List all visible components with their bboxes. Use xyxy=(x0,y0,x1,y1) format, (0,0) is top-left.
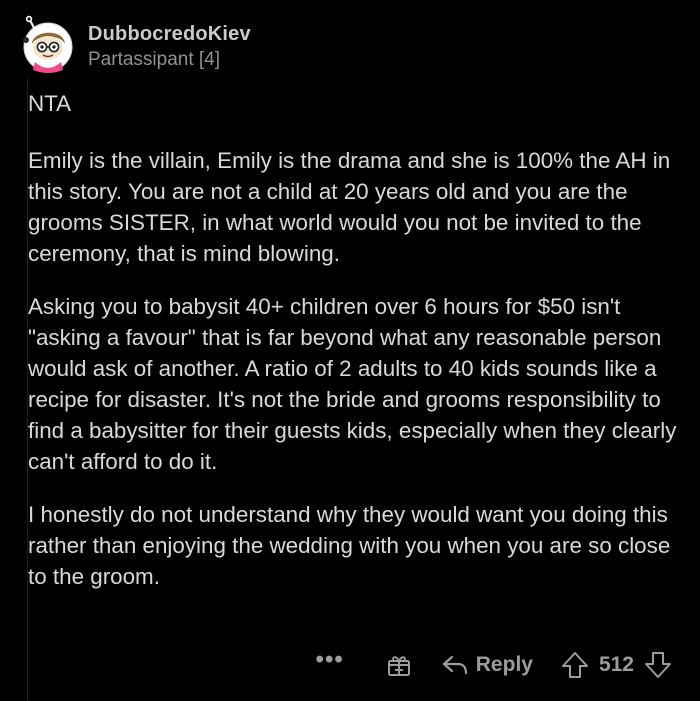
comment-paragraph: NTA xyxy=(28,91,72,116)
comment-body: NTA Emily is the villain, Emily is the d… xyxy=(28,88,688,614)
upvote-button[interactable] xyxy=(561,651,589,679)
username[interactable]: DubbocredoKiev xyxy=(88,22,251,46)
comment-actions: ••• Reply 512 xyxy=(316,646,672,682)
avatar[interactable] xyxy=(18,14,80,76)
avatar-snoo-icon xyxy=(23,15,73,73)
upvote-arrow-icon xyxy=(561,652,588,678)
comment-paragraph: Emily is the villain, Emily is the drama… xyxy=(28,148,671,266)
award-button[interactable] xyxy=(386,652,412,678)
more-options-button[interactable]: ••• xyxy=(316,646,344,674)
downvote-button[interactable] xyxy=(644,651,672,679)
comment-paragraph: Asking you to babysit 40+ children over … xyxy=(28,294,677,474)
reply-arrow-icon xyxy=(442,655,467,675)
comment-header: DubbocredoKiev Partassipant [4] xyxy=(18,14,251,78)
vote-count: 512 xyxy=(598,653,634,676)
user-flair: Partassipant [4] xyxy=(88,49,221,70)
reply-button[interactable]: Reply xyxy=(442,653,533,677)
comment-paragraph: I honestly do not understand why they wo… xyxy=(28,502,671,589)
user-meta: DubbocredoKiev Partassipant [4] xyxy=(88,22,251,72)
downvote-arrow-icon xyxy=(645,652,671,678)
reply-label: Reply xyxy=(475,653,533,676)
gift-award-icon xyxy=(387,656,410,676)
